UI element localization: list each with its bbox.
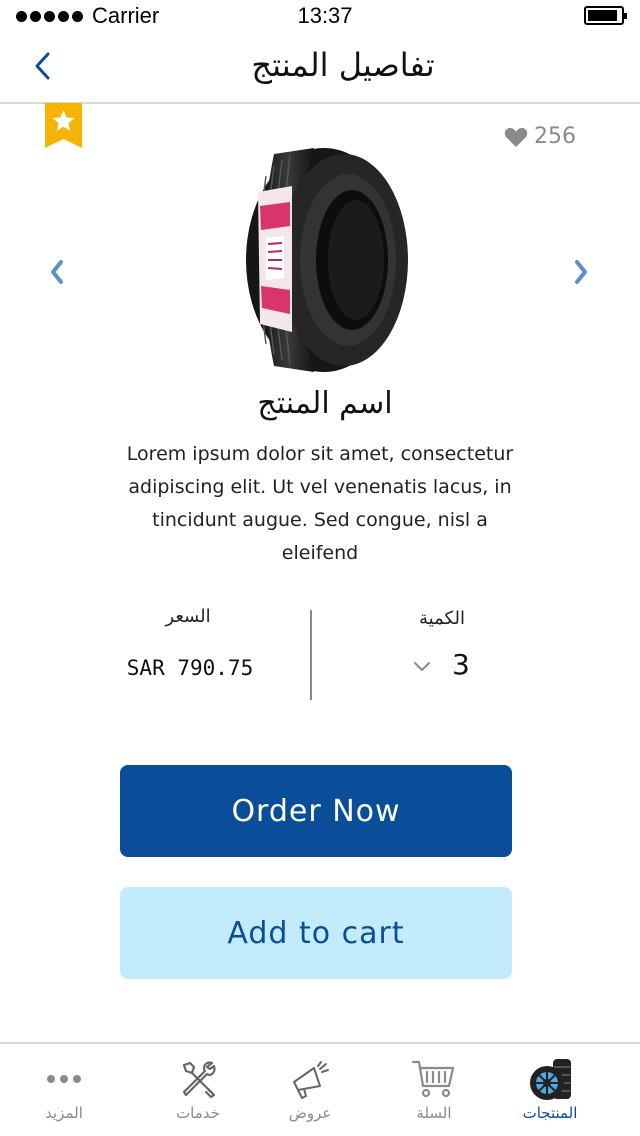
tab-label: المنتجات <box>522 1104 578 1122</box>
tires-icon <box>530 1059 571 1100</box>
heart-icon <box>504 127 528 147</box>
tab-offers[interactable]: عروض <box>246 1044 374 1136</box>
battery-icon <box>584 6 627 25</box>
quantity-value: 3 <box>452 648 470 681</box>
status-time: 13:37 <box>297 3 353 28</box>
tire-image <box>246 148 408 372</box>
nav-bar: تفاصيل المنتج <box>0 32 640 104</box>
tab-label: السلة <box>416 1104 452 1122</box>
chevron-left-icon <box>51 260 63 284</box>
product-name: اسم المنتج <box>257 386 393 421</box>
likes-count: 256 <box>534 124 576 149</box>
previous-image-button[interactable] <box>43 254 73 290</box>
tools-icon <box>182 1061 216 1099</box>
cart-icon <box>411 1060 455 1098</box>
product-description: Lorem ipsum dolor sit amet, consectetur … <box>126 443 514 564</box>
next-image-button[interactable] <box>565 254 595 290</box>
tab-label: عروض <box>288 1104 332 1122</box>
tab-products[interactable]: المنتجات <box>486 1044 614 1136</box>
likes-counter[interactable]: 256 <box>504 124 576 149</box>
tab-services[interactable]: خدمات <box>134 1044 262 1136</box>
tab-bar: المزيد خدمات عروض السلة المنتجات <box>0 1042 640 1136</box>
chevron-right-icon <box>575 260 587 284</box>
tab-more[interactable]: المزيد <box>0 1044 128 1136</box>
quantity-select[interactable]: 3 <box>408 646 488 686</box>
more-dots-icon <box>47 1075 81 1083</box>
star-ribbon-icon[interactable] <box>45 103 82 148</box>
megaphone-icon <box>293 1061 329 1099</box>
tab-label: المزيد <box>45 1104 83 1122</box>
add-to-cart-button[interactable]: Add to cart <box>120 887 512 979</box>
divider <box>310 610 312 700</box>
tab-cart[interactable]: السلة <box>370 1044 498 1136</box>
status-bar: Carrier 13:37 <box>0 0 640 32</box>
quantity-label: الكمية <box>419 608 465 629</box>
chevron-down-icon <box>414 662 430 671</box>
price-value: SAR 790.75 <box>126 656 254 680</box>
page-title: تفاصيل المنتج <box>251 46 435 84</box>
order-now-button[interactable]: Order Now <box>120 765 512 857</box>
tab-label: خدمات <box>176 1104 220 1122</box>
price-label: السعر <box>165 606 211 627</box>
